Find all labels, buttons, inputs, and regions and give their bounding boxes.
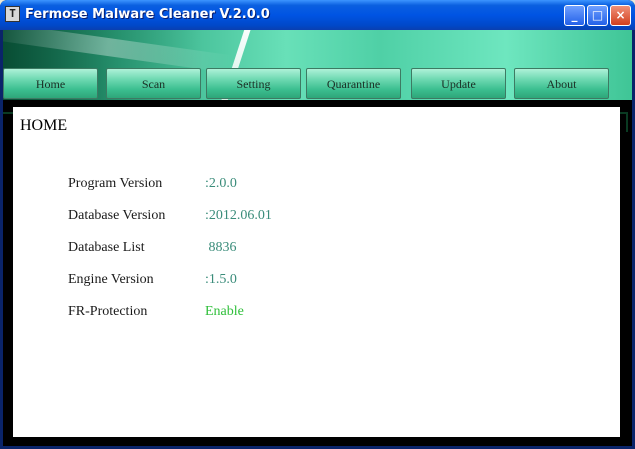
tab-about[interactable]: About <box>514 68 609 99</box>
page-title: HOME <box>20 117 68 134</box>
engine-version-value: :1.5.0 <box>205 272 237 287</box>
home-panel: HOME Program Version :2.0.0 Database Ver… <box>13 107 620 437</box>
program-version-value: :2.0.0 <box>205 176 237 191</box>
close-button[interactable]: × <box>610 5 631 26</box>
database-list-label: Database List <box>68 240 145 255</box>
close-icon: × <box>615 8 626 22</box>
database-version-value: :2012.06.01 <box>205 208 272 223</box>
database-list-value: 8836 <box>205 240 237 255</box>
tab-scan[interactable]: Scan <box>106 68 201 99</box>
maximize-icon: □ <box>591 8 604 22</box>
app-icon[interactable]: T <box>5 6 20 22</box>
maximize-button[interactable]: □ <box>587 5 608 26</box>
title-bar[interactable]: T Fermose Malware Cleaner V.2.0.0 _ □ × <box>0 0 635 30</box>
tab-update[interactable]: Update <box>411 68 506 99</box>
engine-version-label: Engine Version <box>68 272 154 287</box>
app-frame: Home Scan Setting Quarantine Update Abou… <box>3 30 632 446</box>
database-version-label: Database Version <box>68 208 166 223</box>
app-window: T Fermose Malware Cleaner V.2.0.0 _ □ × … <box>0 0 635 449</box>
tab-setting[interactable]: Setting <box>206 68 301 99</box>
tab-quarantine[interactable]: Quarantine <box>306 68 401 99</box>
minimize-button[interactable]: _ <box>564 5 585 26</box>
program-version-label: Program Version <box>68 176 163 191</box>
minimize-icon: _ <box>571 8 578 22</box>
fr-protection-label: FR-Protection <box>68 304 148 319</box>
fr-protection-status: Enable <box>205 304 244 319</box>
window-title: Fermose Malware Cleaner V.2.0.0 <box>25 7 270 22</box>
nav-connector-end <box>626 112 628 132</box>
tab-home[interactable]: Home <box>3 68 98 99</box>
